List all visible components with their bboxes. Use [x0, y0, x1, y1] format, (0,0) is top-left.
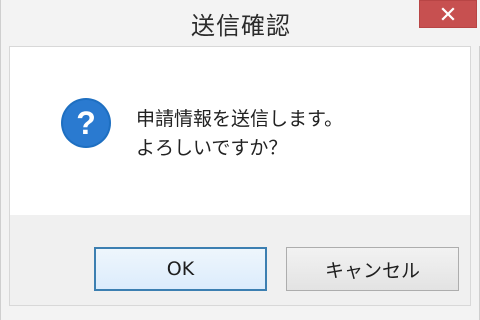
ok-button[interactable]: OK: [94, 247, 267, 291]
close-icon: [441, 7, 455, 21]
message-line-1: 申請情報を送信します。: [136, 108, 344, 130]
button-bar: OK キャンセル: [10, 215, 470, 305]
cancel-button[interactable]: キャンセル: [286, 247, 459, 291]
dialog-body: ? 申請情報を送信します。 よろしいですか？ OK キャンセル: [9, 46, 471, 306]
close-button[interactable]: [419, 0, 477, 28]
confirm-dialog: 送信確認 ? 申請情報を送信します。 よろしいですか？ OK キャンセル: [0, 0, 480, 320]
message-area: ? 申請情報を送信します。 よろしいですか？: [10, 47, 470, 215]
message-line-2: よろしいですか？: [136, 137, 288, 159]
svg-text:?: ?: [76, 105, 96, 141]
title-bar[interactable]: 送信確認: [1, 0, 480, 46]
dialog-title: 送信確認: [191, 12, 291, 40]
question-icon: ?: [61, 98, 111, 148]
